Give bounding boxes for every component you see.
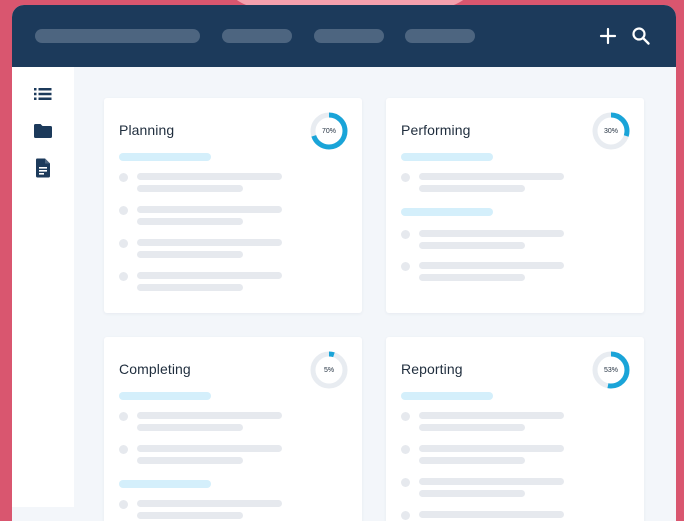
list-item[interactable] [401,509,571,521]
list-icon[interactable] [32,83,54,105]
progress-donut: 70% [308,110,350,152]
nav-placeholder-2[interactable] [222,29,292,43]
document-icon[interactable] [32,157,54,179]
placeholder-heading [119,392,211,400]
placeholder-heading [401,392,493,400]
nav-placeholder-1[interactable] [35,29,200,43]
progress-label: 30% [603,127,618,135]
list-item[interactable] [119,204,289,228]
placeholder-heading [401,208,493,216]
card-title: Reporting [401,361,463,377]
list-item[interactable] [401,171,571,195]
folder-icon[interactable] [32,120,54,142]
top-bar [12,5,676,67]
progress-label: 5% [323,366,335,374]
list-item[interactable] [119,270,289,294]
placeholder-heading [119,153,211,161]
list-item[interactable] [119,498,289,521]
card-title: Completing [119,361,191,377]
progress-donut: 53% [590,349,632,391]
list-item[interactable] [401,443,571,467]
list-item[interactable] [401,410,571,434]
list-item[interactable] [401,260,571,284]
progress-label: 53% [603,366,618,374]
nav-placeholder-4[interactable] [405,29,475,43]
list-item[interactable] [401,228,571,252]
card-performing[interactable]: Performing 30% [386,98,644,313]
app-window: Planning 70% Performing 30% Completing 5… [12,5,676,521]
progress-donut: 5% [308,349,350,391]
plus-icon[interactable] [597,25,619,47]
card-title: Planning [119,122,175,138]
list-item[interactable] [119,443,289,467]
placeholder-heading [119,480,211,488]
list-item[interactable] [119,171,289,195]
card-planning[interactable]: Planning 70% [104,98,362,313]
card-completing[interactable]: Completing 5% [104,337,362,521]
card-reporting[interactable]: Reporting 53% [386,337,644,521]
list-item[interactable] [119,410,289,434]
list-item[interactable] [119,237,289,261]
sidebar [12,67,74,507]
list-item[interactable] [401,476,571,500]
progress-donut: 30% [590,110,632,152]
placeholder-heading [401,153,493,161]
nav-placeholder-3[interactable] [314,29,384,43]
card-title: Performing [401,122,471,138]
progress-label: 70% [321,127,336,135]
search-icon[interactable] [630,25,652,47]
